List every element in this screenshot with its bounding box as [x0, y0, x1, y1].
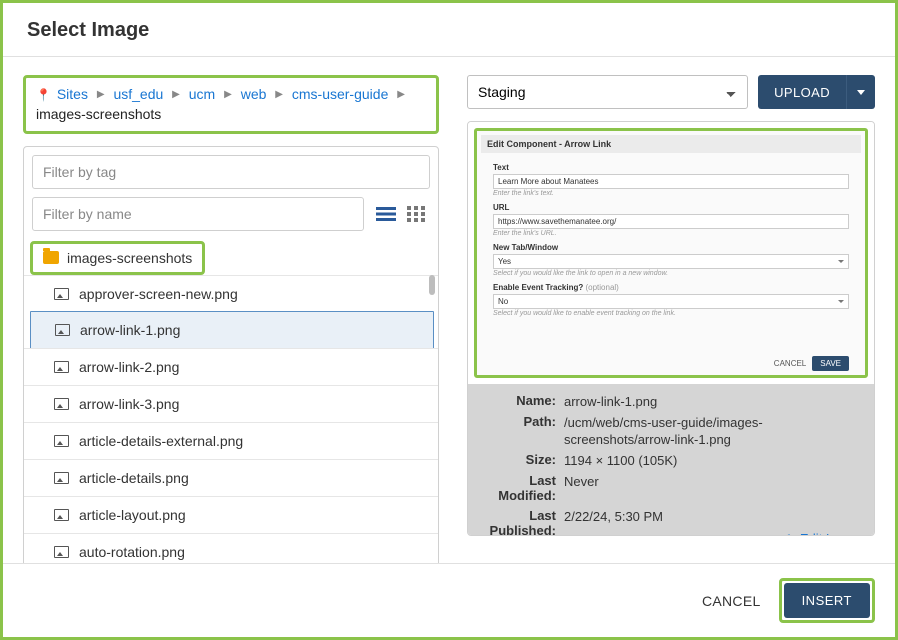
file-item[interactable]: article-layout.png [24, 496, 438, 533]
meta-size: 1194 × 1100 (105K) [564, 453, 862, 469]
scrollbar[interactable] [428, 275, 436, 591]
breadcrumb: 📍 Sites ▶ usf_edu ▶ ucm ▶ web ▶ cms-user… [23, 75, 439, 134]
chevron-right-icon: ▶ [397, 88, 405, 103]
breadcrumb-link[interactable]: ucm [189, 86, 215, 102]
image-icon [54, 435, 69, 447]
image-icon [54, 288, 69, 300]
file-item[interactable]: arrow-link-3.png [24, 385, 438, 422]
chevron-right-icon: ▶ [172, 88, 180, 103]
breadcrumb-current: images-screenshots [36, 106, 161, 122]
edit-image-link[interactable]: ✎Edit Image [786, 531, 862, 536]
file-name: auto-rotation.png [79, 544, 185, 560]
file-panel: images-screenshots approver-screen-new.p… [23, 146, 439, 592]
pin-icon: 📍 [36, 88, 51, 102]
breadcrumb-link[interactable]: Sites [57, 86, 88, 102]
breadcrumb-link[interactable]: cms-user-guide [292, 86, 388, 102]
filter-name-input[interactable] [32, 197, 364, 231]
dialog-header: Select Image [3, 3, 895, 57]
folder-label: images-screenshots [67, 250, 192, 266]
dialog-title: Select Image [27, 19, 871, 42]
file-name: article-details.png [79, 470, 189, 486]
filter-tag-input[interactable] [32, 155, 430, 189]
file-name: arrow-link-1.png [80, 322, 180, 338]
pencil-icon: ✎ [786, 532, 796, 536]
file-name: arrow-link-3.png [79, 396, 179, 412]
file-list: approver-screen-new.png arrow-link-1.png a… [24, 275, 438, 591]
file-name: article-layout.png [79, 507, 186, 523]
file-item[interactable]: arrow-link-1.png [30, 311, 434, 349]
upload-button[interactable]: UPLOAD [758, 75, 846, 109]
preview-image: Edit Component - Arrow Link TextLearn Mo… [474, 128, 868, 378]
image-icon [55, 324, 70, 336]
grid-view-icon[interactable] [402, 200, 430, 228]
dialog-footer: CANCEL INSERT [3, 563, 895, 637]
meta-path: /ucm/web/cms-user-guide/images-screensho… [564, 415, 862, 448]
image-icon [54, 361, 69, 373]
meta-name: arrow-link-1.png [564, 394, 862, 410]
cancel-button[interactable]: CANCEL [702, 593, 761, 609]
file-name: article-details-external.png [79, 433, 243, 449]
image-icon [54, 472, 69, 484]
image-icon [54, 398, 69, 410]
breadcrumb-link[interactable]: web [241, 86, 267, 102]
file-item[interactable]: article-details.png [24, 459, 438, 496]
list-view-icon[interactable] [372, 200, 400, 228]
image-icon [54, 546, 69, 558]
file-item[interactable]: arrow-link-2.png [24, 348, 438, 385]
folder-icon [43, 251, 59, 264]
environment-select[interactable]: Staging [467, 75, 748, 109]
folder-header[interactable]: images-screenshots [30, 241, 205, 275]
preview-panel: Edit Component - Arrow Link TextLearn Mo… [467, 121, 875, 536]
chevron-right-icon: ▶ [275, 88, 283, 103]
image-icon [54, 509, 69, 521]
file-name: approver-screen-new.png [79, 286, 238, 302]
file-item[interactable]: approver-screen-new.png [24, 275, 438, 312]
meta-modified: Never [564, 474, 862, 504]
chevron-down-icon [857, 90, 865, 95]
chevron-right-icon: ▶ [97, 88, 105, 103]
breadcrumb-link[interactable]: usf_edu [113, 86, 163, 102]
file-metadata: Name:arrow-link-1.png Path:/ucm/web/cms-… [468, 384, 874, 536]
chevron-right-icon: ▶ [224, 88, 232, 103]
upload-dropdown-button[interactable] [846, 75, 875, 109]
insert-button[interactable]: INSERT [784, 583, 870, 618]
file-name: arrow-link-2.png [79, 359, 179, 375]
file-item[interactable]: article-details-external.png [24, 422, 438, 459]
